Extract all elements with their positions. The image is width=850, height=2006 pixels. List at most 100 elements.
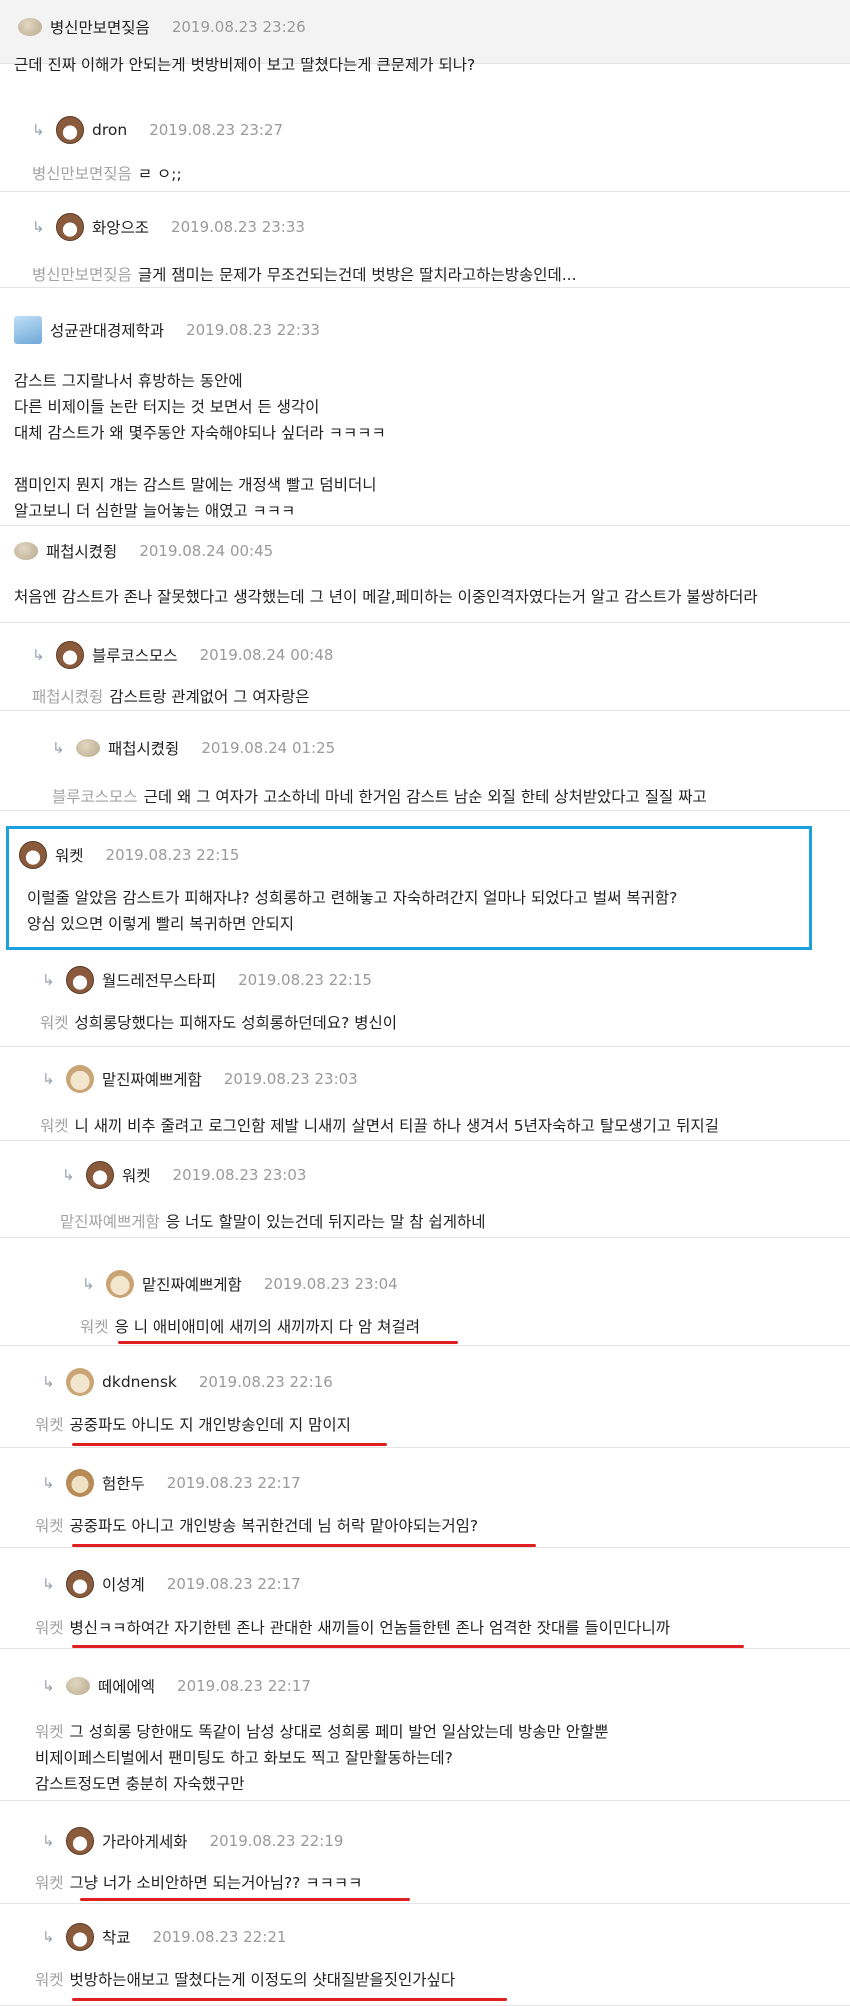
comment-author[interactable]: 워켓	[122, 1164, 151, 1186]
comment-text-line: 알고보니 더 심한말 늘어놓는 애였고 ㅋㅋㅋ	[14, 502, 296, 520]
chihuahua-avatar[interactable]	[106, 1270, 134, 1298]
reply-comment: ↳ 맡진짜예쁘게함 2019.08.23 23:04 워켓 응 니 애비애미에 새끼의 …	[0, 1239, 850, 1346]
reply-target-nick[interactable]: 워켓	[35, 1416, 64, 1434]
reply-arrow-icon: ↳	[42, 1373, 55, 1391]
pug-avatar[interactable]	[66, 1469, 94, 1497]
comment-author[interactable]: 병신만보면짖음	[50, 16, 150, 38]
comment: 워켓 2019.08.23 22:15 이럴줄 알았음 감스트가 피해자냐? 성희롱…	[6, 826, 812, 950]
comment-body: 워켓 니 새끼 비추 줄려고 로그인함 제발 니새끼 살면서 티끌 하나 생겨서 …	[40, 1113, 719, 1139]
reply-target-nick[interactable]: 맡진짜예쁘게함	[60, 1213, 160, 1231]
comment-author[interactable]: 맡진짜예쁘게함	[142, 1273, 242, 1295]
beige-blob-avatar[interactable]	[76, 739, 100, 757]
reply-comment: ↳ dron 2019.08.23 23:27 병신만보면짖음 ㄹ ㅇ;;	[0, 108, 850, 192]
comment-author[interactable]: 블루코스모스	[92, 644, 178, 666]
reply-target-nick[interactable]: 워켓	[40, 1014, 69, 1032]
reply-target-nick[interactable]: 워켓	[35, 1619, 64, 1637]
comment-text-line: 글게 잼미는 문제가 무조건되는건데 벗방은 딸치라고하는방송인데...	[137, 266, 577, 284]
reply-arrow-icon: ↳	[32, 646, 45, 664]
comment-date: 2019.08.23 22:17	[177, 1677, 311, 1695]
reply-target-nick[interactable]: 워켓	[80, 1318, 109, 1336]
blue-character-avatar[interactable]	[14, 316, 42, 344]
comment-author[interactable]: 떼에에엑	[98, 1675, 155, 1697]
beige-blob-avatar[interactable]	[66, 1677, 90, 1695]
reply-target-nick[interactable]: 워켓	[35, 1971, 64, 1989]
comment-author[interactable]: 월드레전무스타피	[102, 969, 216, 991]
reply-target-nick[interactable]: 워켓	[35, 1874, 64, 1892]
comment-body: 병신만보면짖음 ㄹ ㅇ;;	[32, 161, 182, 187]
chihuahua-avatar[interactable]	[66, 1065, 94, 1093]
dog-avatar[interactable]	[56, 641, 84, 669]
reply-target-nick[interactable]: 병신만보면짖음	[32, 266, 132, 284]
reply-target-nick[interactable]: 워켓	[35, 1723, 64, 1741]
comment-text-line: 그 성희롱 당한애도 똑같이 남성 상대로 성희롱 페미 발언 일삼았는데 방송…	[69, 1723, 609, 1741]
comment-body: 처음엔 감스트가 존나 잘못했다고 생각했는데 그 년이 메갈,페미하는 이중인…	[14, 584, 758, 610]
comment-author[interactable]: 성균관대경제학과	[50, 319, 164, 341]
comment-author[interactable]: 착쿄	[102, 1926, 131, 1948]
comment-header: ↳ 가라아게세화 2019.08.23 22:19	[42, 1827, 343, 1855]
comment-body: 워켓 그냥 너가 소비안하면 되는거아님?? ㅋㅋㅋㅋ	[35, 1870, 362, 1896]
puppy-avatar[interactable]	[66, 1923, 94, 1951]
comment-text-line: 잼미인지 뭔지 걔는 감스트 말에는 개정색 빨고 덤비더니	[14, 476, 377, 494]
reply-comment: ↳ 월드레전무스타피 2019.08.23 22:15 워켓 성희롱당했다는 피해자도 …	[0, 953, 850, 1047]
comment-author[interactable]: dron	[92, 121, 127, 139]
reply-arrow-icon: ↳	[42, 1575, 55, 1593]
beige-blob-avatar[interactable]	[18, 18, 42, 36]
beige-blob-avatar[interactable]	[14, 542, 38, 560]
dog-avatar[interactable]	[66, 1827, 94, 1855]
comment-header: ↳ 이성계 2019.08.23 22:17	[42, 1570, 301, 1598]
reply-comment: ↳ dkdnensk 2019.08.23 22:16 워켓 공중파도 아니도 지 개인…	[0, 1347, 850, 1448]
reply-target-nick[interactable]: 블루코스모스	[52, 788, 138, 806]
red-underline-annotation	[72, 1998, 507, 2001]
comment-body: 감스트 그지랄나서 휴방하는 동안에다른 비제이들 논란 터지는 것 보면서 든…	[14, 368, 386, 524]
comment-header: 패첩시켰쥥 2019.08.24 00:45	[14, 540, 273, 562]
red-underline-annotation	[118, 1341, 458, 1344]
comment-date: 2019.08.23 22:15	[105, 846, 240, 864]
puppy-avatar[interactable]	[66, 966, 94, 994]
dog-avatar[interactable]	[66, 1570, 94, 1598]
comment-author[interactable]: dkdnensk	[102, 1373, 177, 1391]
chihuahua-avatar[interactable]	[66, 1368, 94, 1396]
comment-author[interactable]: 험한두	[102, 1472, 145, 1494]
comment-date: 2019.08.23 22:16	[198, 1373, 333, 1391]
comment-author[interactable]: 가라아게세화	[102, 1830, 188, 1852]
comment-date: 2019.08.23 23:33	[171, 218, 305, 236]
reply-comment: ↳ 험한두 2019.08.23 22:17 워켓 공중파도 아니고 개인방송 복귀한건…	[0, 1449, 850, 1548]
reply-target-nick[interactable]: 병신만보면짖음	[32, 165, 132, 183]
comment-header: ↳ 월드레전무스타피 2019.08.23 22:15	[42, 966, 372, 994]
reply-target-nick[interactable]: 워켓	[40, 1117, 69, 1135]
red-underline-annotation	[72, 1544, 536, 1547]
comment-author[interactable]: 이성계	[102, 1573, 145, 1595]
puppy-avatar[interactable]	[56, 213, 84, 241]
comment-header: 성균관대경제학과 2019.08.23 22:33	[14, 316, 320, 344]
comment-date: 2019.08.24 01:25	[201, 739, 336, 757]
comment-body: 패첩시켰쥥 감스트랑 관계없어 그 여자랑은	[32, 684, 309, 710]
comment-author[interactable]: 워켓	[55, 844, 84, 866]
reply-target-nick[interactable]: 패첩시켰쥥	[32, 688, 103, 706]
comment-date: 2019.08.23 23:04	[263, 1275, 398, 1293]
comment-text-line: 감스트정도면 충분히 자숙했구만	[35, 1775, 245, 1793]
reply-target-nick[interactable]: 워켓	[35, 1517, 64, 1535]
comment: 성균관대경제학과 2019.08.23 22:33 감스트 그지랄나서 휴방하는 동…	[0, 298, 850, 526]
comment-text-line: 벗방하는애보고 딸쳤다는게 이정도의 샷대질받을짓인가싶다	[69, 1971, 456, 1989]
comment-text-line: 다른 비제이들 논란 터지는 것 보면서 든 생각이	[14, 398, 320, 416]
comment-author[interactable]: 패첩시켰쥥	[46, 540, 117, 562]
comment-date: 2019.08.23 22:33	[186, 321, 320, 339]
comment-body: 근데 진짜 이해가 안되는게 벗방비제이 보고 딸쳤다는게 큰문제가 되나?	[14, 52, 475, 78]
comment-author[interactable]: 화앙으조	[92, 216, 149, 238]
comment-text-line: ㄹ ㅇ;;	[137, 165, 182, 183]
comment-body: 병신만보면짖음 글게 잼미는 문제가 무조건되는건데 벗방은 딸치라고하는방송인데…	[32, 262, 577, 288]
reply-arrow-icon: ↳	[42, 1474, 55, 1492]
dog-avatar[interactable]	[56, 116, 84, 144]
comment-text-line: 감스트 그지랄나서 휴방하는 동안에	[14, 372, 243, 390]
reply-arrow-icon: ↳	[32, 218, 45, 236]
comment: 패첩시켰쥥 2019.08.24 00:45 처음엔 감스트가 존나 잘못했다고 생…	[0, 527, 850, 623]
comment-author[interactable]: 맡진짜예쁘게함	[102, 1068, 202, 1090]
dog-avatar[interactable]	[19, 841, 47, 869]
comment-date: 2019.08.24 00:45	[139, 542, 274, 560]
comment-text-line: 니 새끼 비추 줄려고 로그인함 제발 니새끼 살면서 티끌 하나 생겨서 5년…	[74, 1117, 719, 1135]
comment-author[interactable]: 패첩시켰쥥	[108, 737, 179, 759]
comment-text-line: 응 니 애비애미에 새끼의 새끼까지 다 암 쳐걸려	[114, 1318, 420, 1336]
dog-avatar[interactable]	[86, 1161, 114, 1189]
comment-date: 2019.08.23 22:17	[166, 1575, 301, 1593]
comment-body: 워켓 병신ㅋㅋ하여간 자기한텐 존나 관대한 새끼들이 언놈들한텐 존나 엄격한 …	[35, 1615, 670, 1641]
